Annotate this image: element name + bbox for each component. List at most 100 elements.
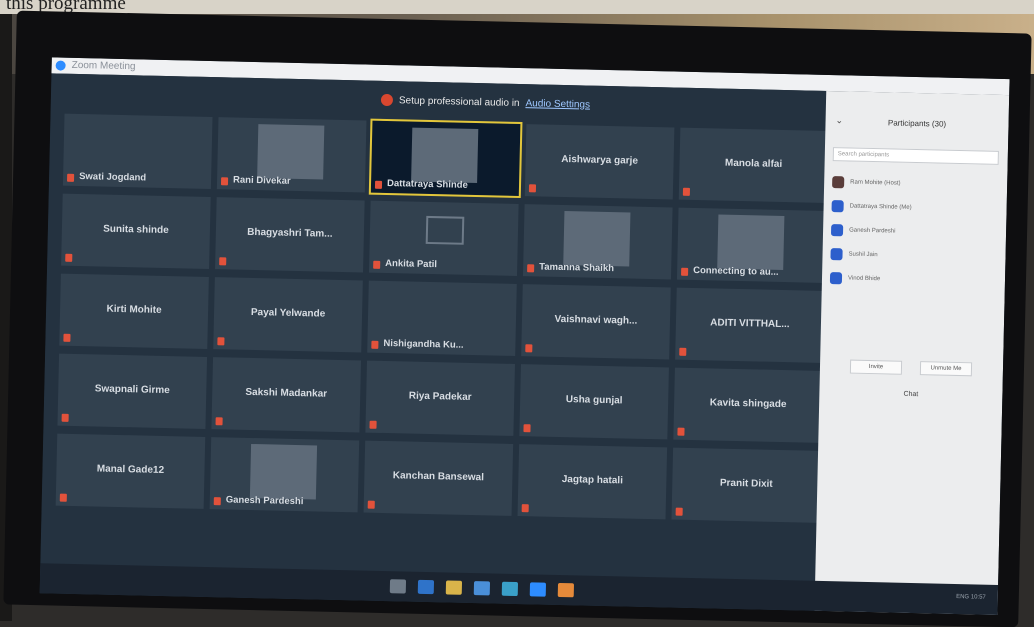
muted-mic-icon: [675, 507, 683, 516]
avatar: [830, 248, 843, 261]
participant-name: Connecting to au...: [693, 264, 779, 278]
unmute-me-button[interactable]: Unmute Me: [919, 361, 973, 377]
video-feed: [717, 214, 785, 271]
chat-button[interactable]: Chat: [819, 389, 1002, 400]
participant-list-name: Ganesh Pardeshi: [849, 227, 896, 235]
participant-list-name: Vinod Bhide: [847, 275, 881, 283]
video-feed: [249, 443, 318, 500]
participant-list-item[interactable]: Sushil Jain: [830, 247, 995, 265]
participant-tile[interactable]: Payal Yelwande: [213, 277, 363, 353]
participant-tile[interactable]: Pranit Dixit: [671, 447, 822, 523]
participant-tile[interactable]: Jagtap hatali: [517, 444, 668, 520]
participant-name: Bhagyashri Tam...: [247, 226, 333, 240]
participant-tile[interactable]: Kirti Mohite: [59, 273, 209, 349]
participant-tile[interactable]: Riya Padekar: [365, 360, 515, 436]
participant-tile[interactable]: Sunita shinde: [61, 193, 211, 269]
taskview-icon[interactable]: [389, 579, 407, 594]
participant-name: Dattatraya Shinde: [386, 178, 468, 191]
muted-mic-icon: [61, 413, 69, 422]
muted-mic-icon: [682, 187, 691, 196]
muted-mic-icon: [371, 340, 379, 349]
mail-icon: [425, 215, 465, 245]
muted-mic-icon: [523, 424, 531, 433]
participant-tile[interactable]: Manola alfai: [678, 127, 829, 203]
store-icon[interactable]: [473, 581, 491, 596]
participant-name: Pranit Dixit: [719, 477, 773, 490]
participant-tile[interactable]: Dattatraya Shinde: [368, 118, 523, 199]
monitor: Zoom Meeting Setup professional audio in…: [3, 10, 1032, 627]
participant-tile[interactable]: Tamanna Shaikh: [522, 204, 673, 280]
participant-name: Nishigandha Ku...: [383, 337, 464, 351]
muted-mic-icon: [374, 180, 383, 189]
participant-tile[interactable]: Vaishnavi wagh...: [521, 284, 671, 360]
window-title: Zoom Meeting: [71, 59, 136, 73]
muted-mic-icon: [215, 417, 223, 426]
participant-tile[interactable]: Ankita Patil: [369, 200, 519, 276]
avatar: [832, 176, 845, 189]
participant-tile[interactable]: Manal Gade12: [55, 433, 206, 509]
muted-mic-icon: [528, 184, 537, 193]
participant-tile[interactable]: Aishwarya garje: [524, 124, 675, 200]
muted-mic-icon: [525, 344, 533, 353]
system-tray: ENG 10:57: [956, 594, 986, 601]
folder-icon[interactable]: [445, 580, 463, 595]
participant-tile[interactable]: ADITI VITTHAL...: [675, 287, 825, 363]
chrome-icon[interactable]: [501, 581, 519, 597]
muted-mic-icon: [679, 347, 687, 356]
participant-tile[interactable]: Kavita shingade: [673, 367, 823, 443]
avatar: [831, 200, 844, 213]
participant-name: Payal Yelwande: [250, 306, 326, 320]
participant-tile[interactable]: Swapnali Girme: [57, 353, 208, 429]
muted-mic-icon: [63, 333, 71, 342]
participant-list-item[interactable]: Dattatraya Shinde (Me): [831, 199, 996, 217]
participant-tile[interactable]: Kanchan Bansewal: [363, 440, 514, 516]
avatar: [830, 224, 844, 237]
zoom-logo-icon: [55, 60, 66, 71]
participant-tile[interactable]: Bhagyashri Tam...: [215, 197, 365, 273]
muted-mic-icon: [677, 427, 685, 436]
participant-tile[interactable]: Connecting to au...: [676, 207, 827, 283]
participant-name: Ganesh Pardeshi: [225, 494, 304, 508]
participant-tile[interactable]: Ganesh Pardeshi: [209, 437, 360, 513]
participant-tile[interactable]: Nishigandha Ku...: [367, 280, 517, 356]
participant-name: Manola alfai: [724, 157, 783, 170]
participant-list-item[interactable]: Ram Mohite (Host): [832, 175, 997, 193]
participant-name: Jagtap hatali: [561, 473, 624, 487]
audio-banner[interactable]: Setup professional audio in Audio Settin…: [380, 93, 590, 112]
participant-name: Tamanna Shaikh: [539, 261, 615, 275]
participant-list-item[interactable]: Vinod Bhide: [829, 271, 995, 289]
participant-name: Manal Gade12: [96, 463, 165, 476]
muted-mic-icon: [217, 337, 225, 346]
invite-button[interactable]: Invite: [849, 359, 903, 375]
banner-text: Setup professional audio in: [398, 94, 520, 109]
video-feed: [411, 127, 479, 184]
muted-mic-icon: [369, 420, 377, 429]
participant-list-name: Sushil Jain: [848, 251, 878, 259]
participant-list-name: Ram Mohite (Host): [850, 179, 901, 187]
participant-name: Ankita Patil: [385, 257, 438, 271]
participant-search-input[interactable]: Search participants: [832, 147, 999, 165]
browser-icon[interactable]: [417, 579, 435, 595]
muted-mic-icon: [527, 264, 535, 273]
participant-tile[interactable]: Sakshi Madankar: [211, 357, 362, 433]
muted-mic-icon: [65, 253, 73, 262]
participant-tile[interactable]: Swati Jogdand: [62, 113, 213, 190]
participant-tile[interactable]: Usha gunjal: [519, 364, 669, 440]
participant-name: Sakshi Madankar: [245, 386, 328, 400]
app-icon[interactable]: [557, 582, 575, 598]
participant-name: Kavita shingade: [709, 397, 787, 410]
participant-list-item[interactable]: Ganesh Pardeshi: [830, 223, 996, 241]
zoom-taskbar-icon[interactable]: [529, 582, 547, 597]
muted-mic-icon: [367, 500, 375, 509]
participant-tile[interactable]: Rani Divekar: [216, 117, 367, 193]
participants-panel: ⌄ Participants (30) Search participants …: [814, 90, 1010, 615]
audio-settings-link[interactable]: Audio Settings: [525, 98, 590, 110]
participant-name: Rani Divekar: [232, 174, 291, 187]
video-feed: [257, 124, 325, 180]
video-feed: [563, 211, 631, 267]
screen: Zoom Meeting Setup professional audio in…: [39, 57, 1010, 615]
muted-mic-icon: [59, 493, 67, 502]
participant-name: Kanchan Bansewal: [392, 470, 485, 484]
participant-name: Vaishnavi wagh...: [554, 313, 638, 327]
muted-mic-icon: [213, 497, 221, 506]
